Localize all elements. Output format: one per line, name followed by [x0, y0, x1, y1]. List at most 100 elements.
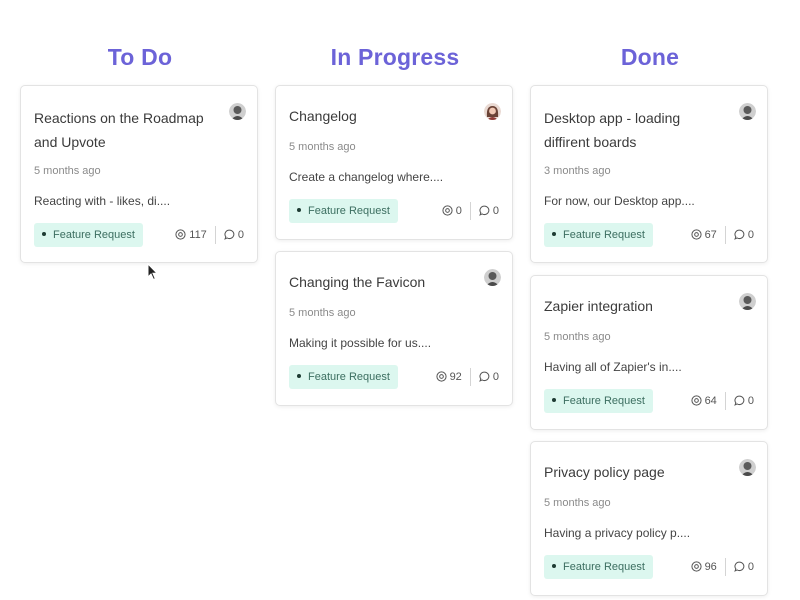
card-footer: Feature Request 117 0	[34, 223, 244, 247]
comments-stat: 0	[734, 223, 754, 247]
card-footer: Feature Request 67 0	[544, 223, 754, 247]
views-count: 67	[704, 229, 717, 242]
card-description: Create a changelog where....	[289, 170, 444, 184]
card-title: Changelog	[289, 108, 357, 124]
stats-divider	[724, 392, 726, 411]
tag-dot	[297, 208, 301, 213]
card-stats: 92 0	[435, 365, 499, 389]
roadmap-card[interactable]: Privacy policy page 5 months ago Having …	[530, 441, 768, 596]
card-title: Reactions on the Roadmap and Upvote	[34, 110, 204, 150]
card-stats: 0 0	[442, 199, 499, 223]
feature-request-tag[interactable]: Feature Request	[289, 199, 398, 223]
roadmap-board: To Do Reactions on the Roadmap and Upvot…	[0, 0, 800, 600]
avatar	[739, 103, 756, 120]
tag-label: Feature Request	[563, 561, 645, 573]
views-stat: 64	[690, 389, 717, 413]
roadmap-card[interactable]: Reactions on the Roadmap and Upvote 5 mo…	[20, 85, 258, 263]
comments-count: 0	[747, 229, 754, 242]
eye-icon	[690, 229, 702, 240]
avatar	[484, 269, 501, 286]
eye-icon	[442, 205, 453, 216]
card-description: Reacting with - likes, di....	[34, 194, 171, 208]
tag-dot	[297, 374, 301, 379]
roadmap-card[interactable]: Changelog 5 months ago Create a changelo…	[275, 85, 513, 240]
tag-label: Feature Request	[563, 229, 645, 241]
feature-request-tag[interactable]: Feature Request	[34, 223, 143, 247]
views-count: 117	[189, 229, 207, 242]
card-timestamp: 5 months ago	[544, 331, 611, 343]
card-title: Zapier integration	[544, 298, 653, 314]
card-timestamp: 5 months ago	[289, 307, 356, 319]
avatar	[739, 293, 756, 310]
views-stat: 67	[690, 223, 717, 247]
comments-count: 0	[492, 371, 499, 384]
feature-request-tag[interactable]: Feature Request	[544, 223, 653, 247]
roadmap-card[interactable]: Changing the Favicon 5 months ago Making…	[275, 251, 513, 406]
tag-label: Feature Request	[308, 371, 390, 383]
tag-label: Feature Request	[53, 229, 135, 241]
comments-stat: 0	[734, 389, 754, 413]
tag-dot	[552, 232, 556, 237]
avatar	[484, 103, 501, 120]
card-description: Making it possible for us....	[289, 336, 432, 350]
card-footer: Feature Request 96 0	[544, 555, 754, 579]
views-stat: 96	[690, 555, 717, 579]
card-footer: Feature Request 64 0	[544, 389, 754, 413]
stats-divider	[724, 558, 726, 577]
card-timestamp: 5 months ago	[289, 141, 356, 153]
card-title: Privacy policy page	[544, 464, 665, 480]
comments-stat: 0	[479, 365, 499, 389]
comment-icon	[734, 229, 745, 240]
roadmap-card[interactable]: Desktop app - loading diffirent boards 3…	[530, 85, 768, 263]
eye-icon	[435, 371, 447, 382]
card-stats: 96 0	[690, 555, 754, 579]
comments-stat: 0	[224, 223, 244, 247]
card-description: For now, our Desktop app....	[544, 194, 695, 208]
views-count: 0	[455, 205, 462, 218]
column-title: In Progress	[330, 44, 460, 70]
card-stats: 64 0	[690, 389, 754, 413]
tag-dot	[552, 564, 556, 569]
comments-stat: 0	[734, 555, 754, 579]
card-title: Changing the Favicon	[289, 274, 426, 290]
card-timestamp: 5 months ago	[544, 497, 611, 509]
eye-icon	[690, 561, 702, 572]
comments-count: 0	[747, 395, 754, 408]
comments-count: 0	[747, 561, 754, 574]
stats-divider	[469, 368, 471, 387]
feature-request-tag[interactable]: Feature Request	[289, 365, 398, 389]
comment-icon	[734, 561, 745, 572]
comment-icon	[224, 229, 235, 240]
stats-divider	[469, 202, 471, 221]
column-title: Done	[620, 44, 680, 70]
card-stats: 67 0	[690, 223, 754, 247]
avatar	[739, 459, 756, 476]
views-stat: 117	[175, 223, 207, 247]
eye-icon	[690, 395, 702, 406]
card-timestamp: 5 months ago	[34, 165, 101, 177]
comments-count: 0	[237, 229, 244, 242]
comment-icon	[479, 205, 490, 216]
comment-icon	[479, 371, 490, 382]
comment-icon	[734, 395, 745, 406]
tag-label: Feature Request	[308, 205, 390, 217]
card-description: Having a privacy policy p....	[544, 526, 691, 540]
avatar	[229, 103, 246, 120]
card-timestamp: 3 months ago	[544, 165, 611, 177]
card-footer: Feature Request 0 0	[289, 199, 499, 223]
roadmap-card[interactable]: Zapier integration 5 months ago Having a…	[530, 275, 768, 430]
feature-request-tag[interactable]: Feature Request	[544, 555, 653, 579]
views-count: 64	[704, 395, 717, 408]
views-stat: 0	[442, 199, 462, 223]
card-stats: 117 0	[175, 223, 244, 247]
views-count: 92	[449, 371, 462, 384]
stats-divider	[214, 226, 216, 245]
comments-stat: 0	[479, 199, 499, 223]
feature-request-tag[interactable]: Feature Request	[544, 389, 653, 413]
eye-icon	[175, 229, 186, 240]
stats-divider	[724, 226, 726, 245]
tag-dot	[552, 398, 556, 403]
views-stat: 92	[435, 365, 462, 389]
card-title: Desktop app - loading diffirent boards	[544, 110, 681, 150]
card-description: Having all of Zapier's in....	[544, 360, 682, 374]
